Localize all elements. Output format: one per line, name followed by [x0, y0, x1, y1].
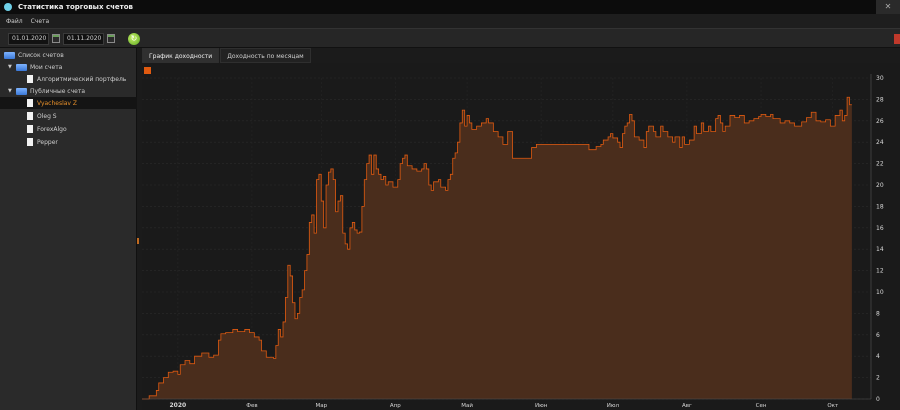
tree-root[interactable]: Список счетов — [4, 49, 64, 61]
y-tick-label: 28 — [876, 96, 884, 103]
y-tick-label: 20 — [876, 182, 884, 189]
document-icon — [27, 112, 33, 120]
document-icon — [27, 99, 33, 107]
calendar-icon[interactable] — [52, 34, 60, 43]
folder-icon — [4, 51, 15, 59]
y-tick-label: 0 — [876, 396, 880, 403]
x-tick-label: Окт — [827, 403, 839, 409]
export-icon[interactable] — [894, 34, 900, 44]
x-tick-label: Мар — [315, 403, 327, 409]
y-tick-label: 24 — [876, 139, 884, 146]
y-tick-label: 12 — [876, 268, 884, 275]
tree-item-forexalgo[interactable]: ForexAlgo — [27, 123, 67, 135]
tree-item-algo-portfolio[interactable]: Алгоритмический портфель — [27, 73, 126, 85]
y-tick-label: 2 — [876, 375, 880, 382]
chart-panel: 0 2 4 6 8 10 12 14 16 18 20 22 24 26 28 30 2020 Фев Мар Апр… — [142, 63, 900, 410]
expand-arrow-icon[interactable]: ▼ — [8, 64, 16, 70]
x-tick-label: Июл — [607, 403, 620, 409]
tree-item-vyacheslav[interactable]: Vyacheslav Z — [0, 97, 137, 109]
tab-monthly-profit[interactable]: Доходность по месяцам — [220, 48, 311, 63]
toolbar: 01.01.2020 01.11.2020 ↻ — [0, 28, 900, 48]
x-tick-label: 2020 — [170, 402, 187, 409]
y-tick-label: 30 — [876, 75, 884, 82]
tree-item-public-accounts[interactable]: ▼ Публичные счета — [8, 85, 85, 97]
document-icon — [27, 125, 33, 133]
menu-bar: Файл Счета — [0, 14, 900, 28]
x-tick-label: Фев — [246, 403, 257, 409]
legend-swatch[interactable] — [144, 67, 151, 74]
y-tick-label: 14 — [876, 246, 884, 253]
y-tick-label: 6 — [876, 332, 880, 339]
x-tick-label: Май — [461, 402, 473, 409]
x-tick-label: Сен — [756, 403, 767, 409]
tab-profit-chart[interactable]: График доходности — [142, 48, 220, 63]
menu-accounts[interactable]: Счета — [31, 18, 50, 25]
app-icon — [4, 3, 12, 11]
panel-splitter[interactable] — [137, 238, 139, 244]
tab-bar: График доходности Доходность по месяцам — [142, 48, 900, 63]
y-tick-label: 22 — [876, 161, 884, 168]
y-tick-label: 26 — [876, 118, 884, 125]
calendar-icon[interactable] — [107, 34, 115, 43]
x-tick-label: Июн — [535, 403, 548, 409]
title-bar: Статистика торговых счетов ✕ — [0, 0, 900, 14]
folder-icon — [16, 87, 27, 95]
y-tick-label: 18 — [876, 203, 884, 210]
document-icon — [27, 75, 33, 83]
menu-file[interactable]: Файл — [6, 18, 23, 25]
tree-item-oleg[interactable]: Oleg S — [27, 110, 57, 122]
y-tick-label: 4 — [876, 353, 880, 360]
app-window: Статистика торговых счетов ✕ Файл Счета … — [0, 0, 900, 410]
accounts-tree: Список счетов ▼ Мои счета Алгоритмически… — [0, 48, 137, 410]
y-tick-label: 16 — [876, 225, 884, 232]
y-tick-label: 8 — [876, 310, 880, 317]
profit-chart: 0246810121416182022242628302020 Фев Мар Апр… — [142, 63, 900, 410]
document-icon — [27, 138, 33, 146]
date-from-field[interactable]: 01.01.2020 — [8, 33, 49, 45]
window-title: Статистика торговых счетов — [18, 3, 133, 11]
close-icon[interactable]: ✕ — [876, 0, 900, 14]
y-tick-label: 10 — [876, 289, 884, 296]
refresh-icon[interactable]: ↻ — [128, 33, 140, 45]
x-tick-label: Авг — [682, 403, 692, 409]
date-to-field[interactable]: 01.11.2020 — [63, 33, 104, 45]
tree-item-pepper[interactable]: Pepper — [27, 136, 58, 148]
tree-item-my-accounts[interactable]: ▼ Мои счета — [8, 61, 62, 73]
folder-icon — [16, 63, 27, 71]
expand-arrow-icon[interactable]: ▼ — [8, 88, 16, 94]
x-tick-label: Апр — [390, 403, 401, 409]
